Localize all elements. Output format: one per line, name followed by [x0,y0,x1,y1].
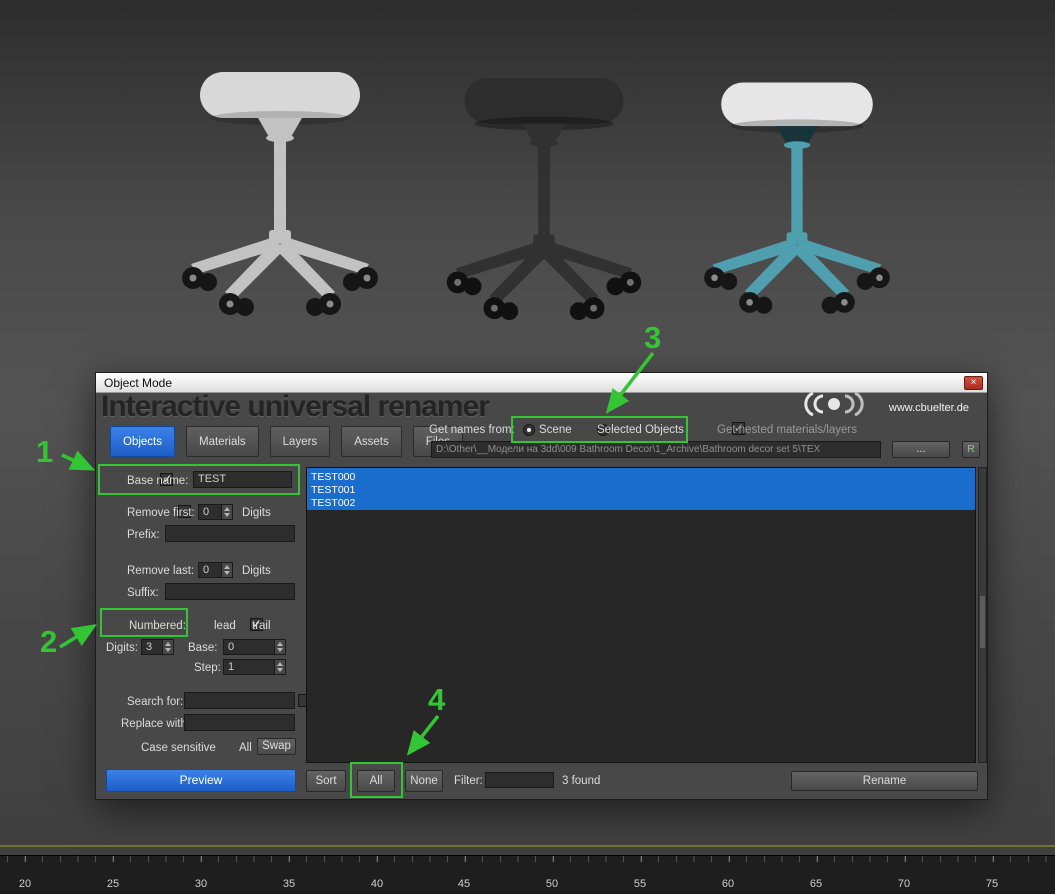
app-header-title: Interactive universal renamer [101,390,490,423]
spinner-arrows-icon[interactable] [221,563,232,577]
tab-materials[interactable]: Materials [186,426,259,457]
browse-button[interactable]: ... [892,441,950,458]
nested-materials-label: Get nested materials/layers [717,424,857,436]
close-icon: × [970,377,977,388]
close-button[interactable]: × [964,376,983,390]
tick-label: 50 [545,878,559,890]
step-value: 1 [228,661,235,673]
swap-button[interactable]: Swap [257,738,296,755]
window-title: Object Mode [104,376,173,390]
base-value: 0 [228,641,235,653]
base-name-input[interactable]: TEST [193,471,292,488]
tab-layers[interactable]: Layers [269,426,331,457]
rename-button[interactable]: Rename [791,771,978,791]
scene-radio-label: Scene [539,424,572,436]
stool-frame [712,119,882,298]
remove-last-digits-label: Digits [242,565,271,577]
list-item[interactable]: TEST001 [307,484,975,497]
spinner-arrows-icon[interactable] [274,660,285,674]
base-label: Base: [188,642,218,654]
tick-label: 60 [721,878,735,890]
base-name-label: Base name: [127,475,189,487]
remove-first-digits-label: Digits [242,507,271,519]
found-count-label: 3 found [562,775,601,787]
tick-label: 55 [633,878,647,890]
step-spinner[interactable]: 1 [223,659,286,675]
digits-label: Digits: [106,642,138,654]
texture-path-input[interactable]: D:\Other\__Модели на 3dd\009 Bathroom De… [431,441,881,458]
scene-radio[interactable] [523,424,535,436]
tab-objects[interactable]: Objects [110,426,175,457]
search-for-input[interactable] [184,692,295,709]
digits-value: 3 [146,641,153,653]
select-all-button[interactable]: All [357,770,395,792]
tick-label: 35 [282,878,296,890]
lead-radio-label: lead [214,620,236,632]
list-item[interactable]: TEST002 [307,497,975,510]
prefix-label: Prefix: [127,529,160,541]
case-sensitive-label: Case sensitive [141,742,216,754]
remove-first-value: 0 [203,506,210,518]
remove-first-label: Remove first: [127,507,195,519]
tab-bar: Objects Materials Layers Assets Files [110,426,463,457]
track-bar[interactable]: 20 25 30 35 40 45 50 55 60 65 70 75 [0,855,1055,894]
list-scrollbar-thumb[interactable] [980,596,985,648]
preview-button[interactable]: Preview [106,769,296,792]
stool-wheels [704,267,890,314]
name-list[interactable]: TEST000 TEST001 TEST002 [306,467,976,763]
spinner-arrows-icon[interactable] [221,505,232,519]
replace-with-input[interactable] [184,714,295,731]
filter-label: Filter: [454,775,483,787]
step-label: Step: [194,662,221,674]
stool-teal [704,82,890,314]
tick-label: 20 [18,878,32,890]
list-scrollbar[interactable] [978,467,987,763]
stool-frame [455,116,633,304]
list-item[interactable]: TEST000 [307,471,975,484]
stool-light-gray [182,72,378,316]
remove-last-label: Remove last: [127,565,195,577]
cbuelter-logo-icon [804,391,864,417]
spinner-arrows-icon[interactable] [162,640,173,654]
tab-assets[interactable]: Assets [341,426,402,457]
stool-wheels [182,267,378,316]
prefix-input[interactable] [165,525,295,542]
numbered-label: Numbered: [129,620,186,632]
website-link[interactable]: www.cbuelter.de [889,402,969,414]
replace-with-label: Replace with: [121,718,191,730]
tick-label: 75 [985,878,999,890]
digits-spinner[interactable]: 3 [141,639,174,655]
tick-label: 70 [897,878,911,890]
remove-last-spinner[interactable]: 0 [198,562,233,578]
sort-button[interactable]: Sort [306,770,346,792]
filter-input[interactable] [485,772,554,788]
get-names-from-label: Get names from: [429,424,515,436]
tick-label: 40 [370,878,384,890]
tick-label: 30 [194,878,208,890]
select-none-button[interactable]: None [405,770,443,792]
stool-wheels [446,271,642,321]
suffix-label: Suffix: [127,587,159,599]
renamer-window: Object Mode × Interactive universal rena… [95,372,988,800]
stool-frame [191,111,369,299]
replace-all-label: All [239,742,252,754]
stool-black [446,77,642,321]
remove-first-spinner[interactable]: 0 [198,504,233,520]
base-spinner[interactable]: 0 [223,639,286,655]
time-slider-line [0,845,1055,847]
refresh-button[interactable]: R [962,441,980,458]
tick-label: 45 [457,878,471,890]
suffix-input[interactable] [165,583,295,600]
remove-last-value: 0 [203,564,210,576]
trackbar-ticks [0,856,1055,862]
selected-objects-radio-label: Selected Objects [597,424,684,436]
tick-label: 65 [809,878,823,890]
tick-label: 25 [106,878,120,890]
search-for-label: Search for: [127,696,184,708]
spinner-arrows-icon[interactable] [274,640,285,654]
trail-radio-label: trail [252,620,271,632]
